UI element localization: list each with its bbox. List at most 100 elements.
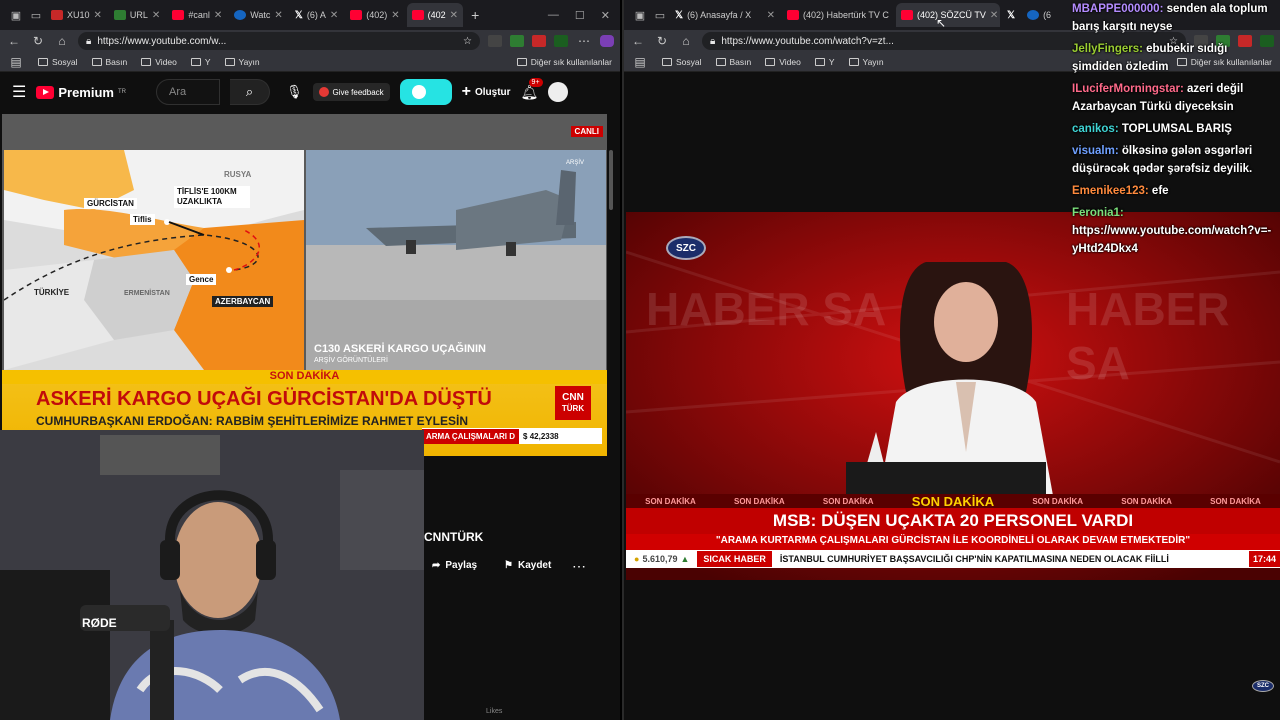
settings-more-icon[interactable]: ⋯ [576, 34, 592, 48]
extension-icon[interactable] [532, 35, 546, 47]
bookmark-folder[interactable]: Basın [91, 56, 128, 67]
close-icon[interactable]: ✕ [274, 10, 282, 21]
new-tab-icon[interactable]: + [465, 7, 485, 23]
coin-icon: ● [634, 554, 640, 564]
other-bookmarks[interactable]: Diğer sık kullanılanlar [516, 56, 612, 67]
tab-1[interactable]: 𝕏 (6) Anasayfa / X ✕ [670, 3, 780, 27]
bookmark-folder[interactable]: Video [765, 57, 801, 67]
maximize-icon[interactable]: ☐ [575, 9, 585, 22]
avatar[interactable] [548, 82, 569, 102]
home-icon[interactable]: ⌂ [678, 34, 694, 48]
bookmarks-menu-icon[interactable]: ▤ [632, 55, 648, 69]
close-icon[interactable]: ✕ [990, 10, 998, 21]
video-player[interactable]: CANLI RUSYA GÜRCİSTAN Tiflis TİFLİS'E 10… [2, 114, 607, 456]
x-favicon-icon: 𝕏 [675, 9, 684, 21]
likes-label: Likes [486, 708, 503, 715]
minimize-icon[interactable]: — [548, 9, 559, 22]
workspaces-icon[interactable]: ▣ [630, 5, 650, 25]
bookmark-folder[interactable]: Basın [715, 57, 751, 67]
more-options-icon[interactable]: ⋯ [572, 558, 586, 575]
home-icon[interactable]: ⌂ [54, 34, 70, 48]
tab-3-active[interactable]: (402) SÖZCÜ TV ✕ [896, 3, 1000, 27]
refresh-icon[interactable]: ↻ [30, 34, 46, 48]
chat-message: JellyFingers: ebubekir sıdığı şimdiden ö… [1072, 40, 1274, 76]
close-icon[interactable]: ✕ [767, 10, 775, 21]
tab-2[interactable]: (402) Habertürk TV C ✕ [782, 3, 894, 27]
bookmark-folder[interactable]: Video [141, 57, 177, 67]
close-icon[interactable]: ✕ [330, 10, 338, 21]
close-icon[interactable]: ✕ [214, 10, 222, 21]
tab-3[interactable]: #canl ✕ [167, 3, 227, 27]
bookmark-folder[interactable]: Y [814, 57, 835, 67]
headline: MSB: DÜŞEN UÇAKTA 20 PERSONEL VARDI [626, 508, 1280, 534]
bookmark-folder[interactable]: Sosyal [662, 57, 702, 67]
back-icon[interactable]: ← [630, 34, 646, 48]
extension-icon[interactable] [488, 35, 502, 47]
search-input[interactable]: Ara [155, 79, 220, 105]
close-icon[interactable]: ✕ [94, 10, 102, 21]
folder-icon [141, 57, 152, 66]
map-label-armenia: ERMENİSTAN [124, 290, 170, 297]
tab-6[interactable]: (402) ✕ [345, 3, 404, 27]
extension-icon[interactable] [510, 35, 524, 47]
favicon-icon [234, 10, 247, 20]
tab-label: (402) Habertürk TV C [803, 10, 889, 20]
bookmarks-menu-icon[interactable]: ▤ [8, 55, 24, 69]
give-feedback-button[interactable]: Give feedback [312, 83, 390, 101]
tab-actions-icon[interactable]: ▭ [650, 5, 670, 25]
url-field[interactable]: 🔒︎ https://www.youtube.com/w... ☆ [78, 32, 480, 50]
bookmark-folder[interactable]: Yayın [848, 56, 884, 67]
map-label-azerbaijan: AZERBAYCAN [212, 296, 274, 307]
map-graphic: RUSYA GÜRCİSTAN Tiflis TİFLİS'E 100KM UZ… [4, 150, 304, 370]
scrollbar-thumb[interactable] [609, 150, 613, 210]
tab-actions-icon[interactable]: ▭ [26, 5, 46, 25]
tab-1[interactable]: XU10 ✕ [46, 3, 107, 27]
chat-message: canikos: TOPLUMSAL BARIŞ [1072, 120, 1274, 138]
map-label-georgia: GÜRCİSTAN [84, 198, 137, 209]
copilot-icon[interactable] [600, 35, 614, 47]
bookmark-folder[interactable]: Sosyal [38, 57, 78, 67]
tab-4[interactable]: Watc ✕ [229, 3, 288, 27]
workspaces-icon[interactable]: ▣ [6, 5, 26, 25]
bookmark-label: Diğer sık kullanılanlar [530, 56, 612, 67]
notifications-bell-icon[interactable]: 🔔︎ 9+ [521, 77, 543, 101]
close-icon[interactable]: ✕ [152, 10, 160, 21]
close-icon[interactable]: ✕ [893, 10, 894, 21]
bookmark-folder[interactable]: Yayın [224, 57, 260, 67]
bookmark-folder[interactable]: Y [190, 57, 211, 67]
search-placeholder: Ara [168, 86, 187, 98]
ticker-text: ARMA ÇALIŞMALARI D [422, 428, 520, 444]
close-icon[interactable]: ✕ [391, 10, 399, 21]
tab-5[interactable]: 𝕏 (6) A ✕ [290, 3, 343, 27]
breaking-news-strip: SON DAKİKA SON DAKİKA SON DAKİKA SON DAK… [626, 494, 1280, 509]
refresh-icon[interactable]: ↻ [654, 34, 670, 48]
bookmark-label: Yayın [862, 56, 884, 67]
extension-toggle[interactable] [399, 79, 452, 105]
share-label: Paylaş [445, 560, 478, 571]
video-player[interactable]: HABER SA HABER SA SZC SON DAKİKA SON DAK… [626, 212, 1280, 580]
close-window-icon[interactable]: ✕ [601, 9, 610, 22]
youtube-logo[interactable]: Premium TR [36, 85, 126, 100]
bookmarks-bar: ▤ Sosyal Basın Video Y Yayın Diğer sık k… [0, 52, 620, 72]
tab-5[interactable]: (6 [1022, 3, 1056, 27]
extension-icon[interactable] [554, 35, 568, 47]
star-icon[interactable]: ☆ [463, 36, 472, 47]
bookmark-label: Basın [105, 56, 128, 67]
channel-name[interactable]: CNNTÜRK [424, 530, 483, 544]
search-icon[interactable]: ⌕ [229, 79, 270, 105]
back-icon[interactable]: ← [6, 34, 22, 48]
save-button[interactable]: ⚑ Kaydet [504, 560, 551, 571]
folder-icon [224, 57, 235, 66]
create-button[interactable]: + Oluştur [462, 83, 511, 101]
close-icon[interactable]: ✕ [450, 10, 458, 21]
share-icon: ➦ [432, 560, 441, 571]
left-browser-window: ▣ ▭ XU10 ✕ URL ✕ #canl ✕ Watc ✕ 𝕏 (6) A ✕ (402… [0, 0, 620, 720]
tab-2[interactable]: URL ✕ [109, 3, 165, 27]
tab-7-active[interactable]: (402 ✕ [406, 3, 464, 27]
microphone-icon[interactable]: 🎙︎ [286, 84, 303, 100]
chat-username: Feronia1: [1072, 207, 1124, 219]
hamburger-menu-icon[interactable]: ☰ [12, 82, 26, 102]
folder-icon [516, 57, 527, 66]
tab-4[interactable]: 𝕏 [1002, 3, 1020, 27]
share-button[interactable]: ➦ Paylaş [432, 560, 477, 571]
